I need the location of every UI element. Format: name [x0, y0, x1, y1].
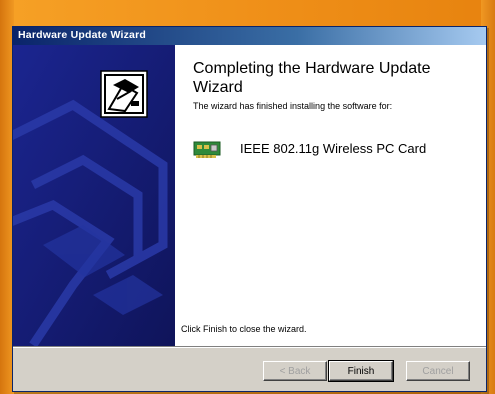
title-bar[interactable]: Hardware Update Wizard	[13, 27, 486, 45]
cancel-button[interactable]: Cancel	[406, 361, 470, 381]
wizard-heading: Completing the Hardware Update Wizard	[193, 60, 431, 96]
button-separator	[13, 346, 486, 348]
wizard-window: Hardware Update Wizard Completing the Ha…	[12, 26, 487, 392]
side-panel-graphic	[13, 45, 175, 346]
wizard-side-panel	[13, 45, 175, 346]
window-title: Hardware Update Wizard	[18, 29, 147, 41]
finish-button[interactable]: Finish	[328, 360, 394, 382]
wizard-subtext: The wizard has finished installing the s…	[193, 101, 393, 111]
device-name: IEEE 802.11g Wireless PC Card	[240, 141, 427, 156]
wizard-content: Completing the Hardware Update Wizard Th…	[175, 45, 486, 346]
hardware-wizard-icon	[100, 70, 148, 118]
network-card-icon	[193, 141, 221, 158]
close-instruction: Click Finish to close the wizard.	[181, 324, 307, 334]
back-button[interactable]: < Back	[263, 361, 327, 381]
